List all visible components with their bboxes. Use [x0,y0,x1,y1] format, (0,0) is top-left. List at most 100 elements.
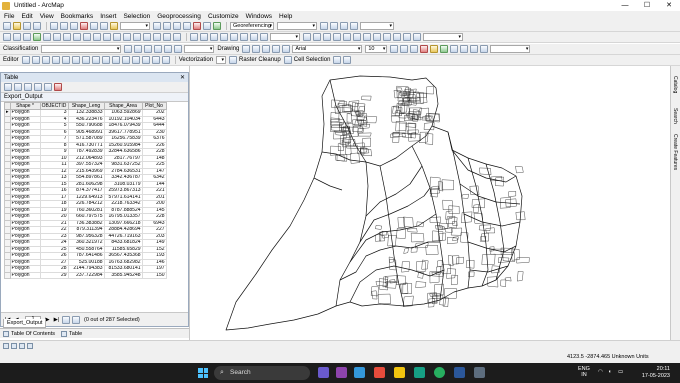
focus-data-frame-icon[interactable] [313,33,321,41]
histogram-icon[interactable] [164,45,173,53]
bold-icon[interactable] [390,45,399,53]
time-slider-icon[interactable] [163,33,171,41]
delete-icon[interactable] [80,22,88,30]
link-table-icon[interactable] [350,22,358,30]
layout-toolbar-icon-c[interactable] [363,33,371,41]
full-extent-icon[interactable] [33,33,41,41]
measure-icon[interactable] [133,33,141,41]
editor-toolbar-icon-c[interactable] [141,56,150,64]
save-icon[interactable] [23,22,31,30]
column-header-shape-area[interactable]: Shape_Area [103,102,143,110]
data-view-icon[interactable] [3,343,9,349]
layout-toolbar-icon-e[interactable] [383,33,391,41]
related-tables-icon[interactable] [14,83,22,91]
attributes-icon[interactable] [91,56,100,64]
copy-icon[interactable] [60,22,68,30]
menu-edit[interactable]: Edit [21,13,32,20]
layout-forward-icon[interactable] [260,33,268,41]
split-icon[interactable] [71,56,80,64]
layout-full-extent-icon[interactable] [220,33,228,41]
add-data-icon[interactable] [110,22,118,30]
find-icon[interactable] [123,33,131,41]
vectorization-label[interactable]: Vectorization [179,57,213,63]
select-elements-icon[interactable] [103,33,111,41]
table-options-icon[interactable] [4,83,12,91]
georef-layer-dropdown[interactable] [277,22,317,30]
system-clock[interactable]: 20:11 17-05-2023 [642,366,670,379]
map-scale-dropdown[interactable] [120,22,150,30]
classify-method-dropdown[interactable] [184,45,215,53]
classify-icon[interactable] [124,45,133,53]
select-elements-arrow-icon[interactable] [242,45,251,53]
cell-selection-icon[interactable] [333,56,342,64]
language-indicator[interactable]: ENG IN [578,366,590,378]
print-icon[interactable] [33,22,41,30]
show-selected-records-icon[interactable] [72,315,80,324]
edit-vertex-icon[interactable] [41,56,50,64]
editor-toolbar-icon-b[interactable] [131,56,140,64]
menu-customize[interactable]: Customize [208,13,239,20]
maximize-button[interactable]: ☐ [636,0,658,11]
editor-toolbar-icon-e[interactable] [161,56,170,64]
editor-toolbar-icon-d[interactable] [151,56,160,64]
fixed-zoom-out-icon[interactable] [53,33,61,41]
column-header-objectid[interactable]: OBJECTID [39,102,69,110]
chat-app-icon[interactable] [336,367,347,378]
arcmap-taskbar-icon[interactable] [474,367,485,378]
editor-label[interactable]: Editor [3,57,19,63]
wifi-icon[interactable]: ◠ [598,369,603,375]
menu-view[interactable]: View [40,13,54,20]
menu-bookmarks[interactable]: Bookmarks [61,13,94,20]
pan-hand-icon[interactable] [23,33,31,41]
line-width-icon[interactable] [460,45,469,53]
catalog-window-icon[interactable] [173,22,181,30]
fill-color-icon[interactable] [430,45,439,53]
word-app-icon[interactable] [454,367,465,378]
rectangle-icon[interactable] [262,45,271,53]
paste-icon[interactable] [70,22,78,30]
cut-icon[interactable] [50,22,58,30]
pdf-reader-icon[interactable] [374,367,385,378]
layout-zoom-out-icon[interactable] [200,33,208,41]
fixed-zoom-in-icon[interactable] [43,33,51,41]
last-record-icon[interactable]: ▶| [53,317,60,323]
vectorization-icon[interactable] [229,56,238,64]
tab-export-output[interactable]: Export_Output [3,319,47,328]
more-options-icon[interactable] [480,45,489,53]
create-features-icon[interactable] [111,56,120,64]
rotate-feature-icon[interactable] [81,56,90,64]
back-extent-icon[interactable] [63,33,71,41]
font-color-icon[interactable] [420,45,429,53]
straight-segment-icon[interactable] [31,56,40,64]
column-header-shape[interactable]: Shape * [9,102,41,110]
edit-tool-icon[interactable] [21,56,30,64]
font-size-dropdown[interactable]: 10 [365,45,388,53]
forward-extent-icon[interactable] [73,33,81,41]
volume-icon[interactable]: ◖ [608,369,611,375]
layout-toolbar-icon-g[interactable] [403,33,411,41]
tab-table-of-contents[interactable]: Table Of Contents [3,330,55,337]
shift-icon[interactable] [330,22,338,30]
text-icon[interactable] [272,45,281,53]
redo-icon[interactable] [100,22,108,30]
drawing-label[interactable]: Drawing [217,46,239,52]
clear-selection-icon[interactable] [93,33,101,41]
menu-geoprocessing[interactable]: Geoprocessing [157,13,201,20]
close-button[interactable]: ✕ [658,0,680,11]
classification-dropdown[interactable] [41,45,122,53]
layout-zoom-in-icon[interactable] [190,33,198,41]
new-document-icon[interactable] [3,22,11,30]
meet-app-icon[interactable] [354,367,365,378]
layout-back-icon[interactable] [250,33,258,41]
create-viewer-icon[interactable] [173,33,181,41]
menu-selection[interactable]: Selection [123,13,150,20]
layout-zoom-dropdown[interactable] [270,33,300,41]
tab-search[interactable]: Search [672,108,678,124]
rotate-icon[interactable] [320,22,328,30]
line-color-icon[interactable] [440,45,449,53]
minimize-button[interactable]: — [614,0,636,11]
layout-toolbar-icon-h[interactable] [413,33,421,41]
shadow-icon[interactable] [470,45,479,53]
windows-start-icon[interactable] [198,368,208,378]
undo-icon[interactable] [90,22,98,30]
